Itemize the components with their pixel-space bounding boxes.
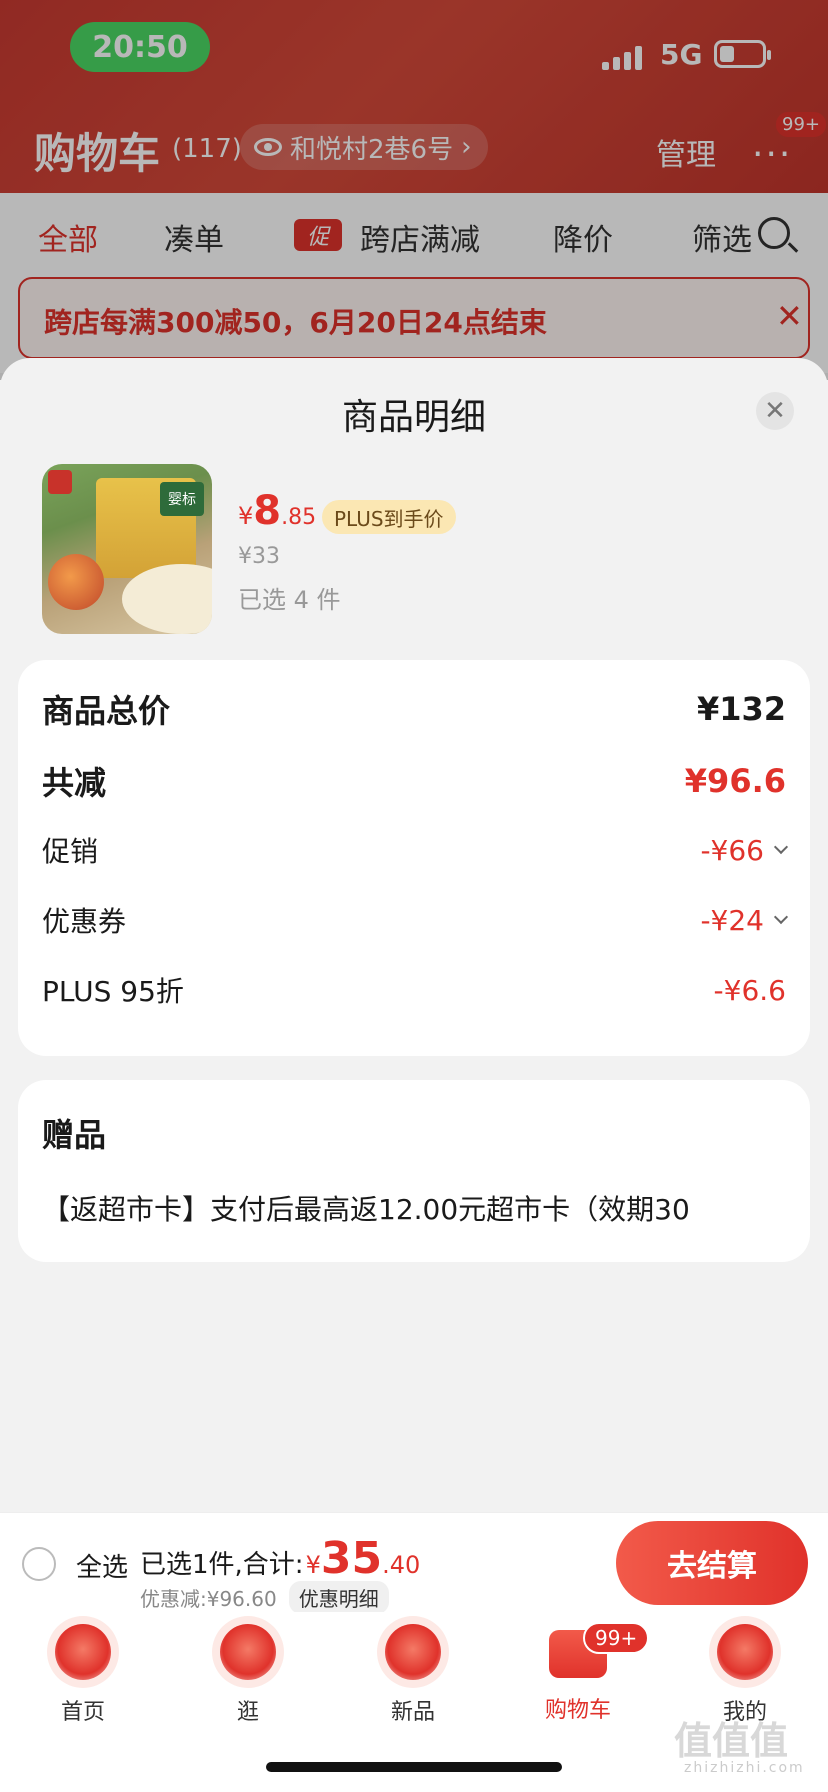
total-price-label: 商品总价 [42,692,171,730]
plus-discount-value: -¥6.6 [713,973,786,1007]
total-price-row: 商品总价 ¥132 [42,686,786,732]
price-breakdown-card: 商品总价 ¥132 共减 ¥96.6 促销 -¥66 优惠券 -¥24 PLUS… [18,660,810,1056]
checkout-button[interactable]: 去结算 [616,1521,808,1605]
total-discount-value: ¥96.6 [684,762,786,800]
gift-title: 赠品 [42,1116,107,1154]
product-price: ¥ 8 .85 [238,488,316,534]
tab-cart-label: 购物车 [544,1698,611,1723]
total-discount-label: 共减 [42,764,107,802]
total-discount-row: 共减 ¥96.6 [42,758,786,804]
browse-icon [220,1624,276,1680]
fruit-decoration [48,554,104,610]
original-price: ¥33 [238,544,280,569]
product-image: 婴标 [42,464,212,634]
coupon-value: -¥24 [700,903,764,937]
tab-browse[interactable]: 逛 [193,1624,303,1726]
price-symbol: ¥ [238,502,254,530]
tab-browse-label: 逛 [236,1700,259,1725]
new-icon [385,1624,441,1680]
tab-new-label: 新品 [390,1700,435,1725]
price-decimal: .85 [281,505,317,530]
total-price-value: ¥132 [696,690,786,728]
bottom-tab-bar: 首页 逛 新品 99+ 购物车 我的 值值值 zhizhizhi.com [0,1612,828,1792]
discount-summary: 优惠减:¥96.60 优惠明细 [140,1581,389,1614]
total-decimal: .40 [382,1551,421,1579]
gift-description: 【返超市卡】支付后最高返12.00元超市卡（效期30 [42,1193,690,1226]
tab-home-label: 首页 [60,1700,105,1725]
home-indicator [266,1762,562,1772]
tab-cart[interactable]: 99+ 购物车 [523,1622,650,1724]
chevron-down-icon[interactable] [773,839,789,855]
home-icon [55,1624,111,1680]
tab-new[interactable]: 新品 [358,1624,468,1726]
cart-badge: 99+ [583,1622,650,1654]
total-symbol: ¥ [305,1551,321,1579]
promo-value: -¥66 [700,833,764,867]
select-all-checkbox[interactable] [22,1547,56,1581]
selected-quantity: 已选 4 件 [238,586,341,614]
product-detail-sheet: 商品明细 ✕ 婴标 ¥ 8 .85 PLUS到手价 ¥33 已选 4 件 商品总… [0,358,828,1512]
watermark-sub: zhizhizhi.com [684,1760,805,1776]
coupon-label: 优惠券 [42,905,127,938]
promo-value-wrap: -¥66 [700,833,789,867]
promo-label: 促销 [42,835,99,868]
discount-text: 优惠减:¥96.60 [140,1587,277,1611]
brand-logo [48,470,72,494]
tab-home[interactable]: 首页 [28,1624,138,1726]
profile-icon [717,1624,773,1680]
promo-row[interactable]: 促销 -¥66 [42,830,789,870]
price-integer: 8 [253,488,282,534]
checkout-bar: 全选 已选1件,合计: ¥ 35 .40 优惠减:¥96.60 优惠明细 去结算 [0,1512,828,1614]
select-all-label[interactable]: 全选 [76,1547,128,1584]
product-box-label: 婴标 [160,482,204,516]
plus-discount-label: PLUS 95折 [42,975,184,1008]
plus-discount-row: PLUS 95折 -¥6.6 [42,970,786,1010]
chevron-down-icon[interactable] [773,909,789,925]
summary-prefix: 已选1件,合计: [140,1550,304,1580]
total-summary: 已选1件,合计: ¥ 35 .40 [140,1533,420,1584]
plus-price-tag: PLUS到手价 [322,500,456,534]
coupon-value-wrap: -¥24 [700,903,789,937]
watermark: 值值值 [674,1719,789,1763]
close-icon[interactable]: ✕ [756,392,794,430]
coupon-row[interactable]: 优惠券 -¥24 [42,900,789,940]
gift-card: 赠品 【返超市卡】支付后最高返12.00元超市卡（效期30 [18,1080,810,1262]
total-integer: 35 [320,1533,383,1584]
sheet-title: 商品明细 [341,397,486,438]
discount-detail-button[interactable]: 优惠明细 [288,1581,389,1614]
backdrop-overlay[interactable] [0,0,828,380]
